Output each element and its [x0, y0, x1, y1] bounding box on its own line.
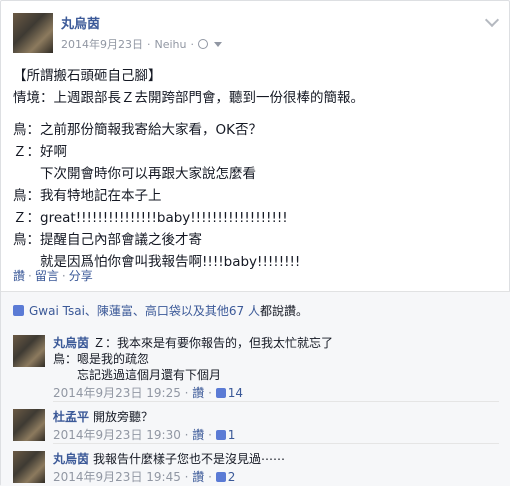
commenter-name[interactable]: 杜孟平 — [53, 410, 89, 424]
comment-meta: 2014年9月23日 19:25 · 讚 · 14 — [53, 386, 244, 400]
author-avatar[interactable] — [13, 13, 53, 53]
share-link[interactable]: 分享 — [69, 269, 93, 283]
comments-section: 丸烏茵 Ｚ：我本來是有要你報告的，但我太忙就忘了 鳥：嗯是我的疏忽 忘記逃過這個月… — [1, 327, 510, 486]
comment-divider — [53, 401, 499, 402]
post-location[interactable]: Neihu — [155, 38, 187, 51]
liker-names[interactable]: 、陳蓮富、高口袋以及其他 — [85, 304, 229, 318]
post-line: 鳥：提醒自己內部會議之後才寄 — [13, 232, 202, 248]
post-line: Ｚ：好啊 — [13, 144, 67, 160]
comment-body: 丸烏茵 Ｚ：我本來是有要你報告的，但我太忙就忘了 鳥：嗯是我的疏忽 忘記逃過這個月… — [53, 335, 493, 401]
comment-divider — [53, 443, 499, 444]
privacy-caret-icon[interactable] — [214, 41, 222, 47]
facebook-post: 丸烏茵 2014年9月23日 · Neihu · 【所謂搬石頭砸自己腳】 情境：… — [0, 0, 510, 486]
comment-meta: 2014年9月23日 19:45 · 讚 · 2 — [53, 470, 236, 484]
liker-link[interactable]: Gwai Tsai — [29, 304, 85, 318]
post-line: 【所謂搬石頭砸自己腳】 — [13, 68, 162, 84]
commenter-name[interactable]: 丸烏茵 — [53, 452, 89, 466]
thumbs-up-icon — [13, 305, 24, 316]
post-author-name[interactable]: 丸烏茵 — [61, 13, 100, 32]
likes-count-link[interactable]: 67 人 — [229, 304, 260, 318]
comment-link[interactable]: 留言 — [35, 269, 59, 283]
comment-extra-line: 鳥：嗯是我的疏忽 — [53, 352, 150, 366]
post-actions: 讚 · 留言 · 分享 — [13, 269, 93, 283]
comment-likes-count[interactable]: 2 — [228, 470, 236, 484]
post-line: 情境：上週跟部長Ｚ去開跨部門會，聽到一份很棒的簡報。 — [13, 90, 364, 106]
chevron-down-icon[interactable] — [484, 12, 500, 28]
globe-icon[interactable] — [198, 39, 208, 49]
comment-likes-count[interactable]: 14 — [228, 386, 243, 400]
commenter-avatar[interactable] — [13, 409, 45, 441]
likes-suffix: 都說讚。 — [260, 304, 309, 318]
comment-body: 杜孟平 開放旁聽？ 2014年9月23日 19:30 · 讚 · 1 — [53, 409, 493, 443]
post-line: 鳥：之前那份簡報我寄給大家看，OK否？ — [13, 122, 262, 138]
post-meta: 2014年9月23日 · Neihu · — [61, 36, 222, 52]
meta-separator-2: · — [190, 37, 195, 51]
thumbs-up-icon — [215, 388, 226, 398]
post-line: 下次開會時你可以再跟大家說怎麼看 — [13, 166, 256, 182]
thumbs-up-icon — [215, 472, 226, 482]
comment-text: Ｚ：我本來是有要你報告的，但我太忙就忘了 — [93, 336, 334, 350]
comment-time[interactable]: 2014年9月23日 19:45 — [53, 470, 181, 484]
post-line: Ｚ：great!!!!!!!!!!!!!!!baby!!!!!!!!!!!!!!… — [13, 210, 288, 226]
likes-bar: Gwai Tsai、陳蓮富、高口袋以及其他67 人都說讚。 — [1, 291, 510, 327]
commenter-name[interactable]: 丸烏茵 — [53, 336, 89, 350]
comment-meta: 2014年9月23日 19:30 · 讚 · 1 — [53, 428, 236, 442]
comment-text: 我報告什麼樣子您也不是沒見過⋯⋯ — [93, 452, 286, 466]
post-line: 鳥：我有特地記在本子上 — [13, 188, 162, 204]
post-content: 【所謂搬石頭砸自己腳】 情境：上週跟部長Ｚ去開跨部門會，聽到一份很棒的簡報。 鳥… — [13, 65, 499, 273]
comment-time[interactable]: 2014年9月23日 19:25 — [53, 386, 181, 400]
comment-like-link[interactable]: 讚 — [192, 386, 204, 400]
comment-time[interactable]: 2014年9月23日 19:30 — [53, 428, 181, 442]
post-timestamp[interactable]: 2014年9月23日 — [61, 36, 143, 52]
comment-extra-line: 忘記逃過這個月還有下個月 — [53, 368, 222, 382]
comment-like-link[interactable]: 讚 — [192, 428, 204, 442]
comment-text: 開放旁聽？ — [93, 410, 154, 424]
comment-body: 丸烏茵 我報告什麼樣子您也不是沒見過⋯⋯ 2014年9月23日 19:45 · 讚… — [53, 451, 493, 485]
thumbs-up-icon — [215, 430, 226, 440]
comment-likes-count[interactable]: 1 — [228, 428, 236, 442]
meta-separator: · — [147, 37, 151, 51]
comment-like-link[interactable]: 讚 — [192, 470, 204, 484]
commenter-avatar[interactable] — [13, 451, 45, 483]
like-link[interactable]: 讚 — [13, 269, 25, 283]
commenter-avatar[interactable] — [13, 335, 45, 367]
